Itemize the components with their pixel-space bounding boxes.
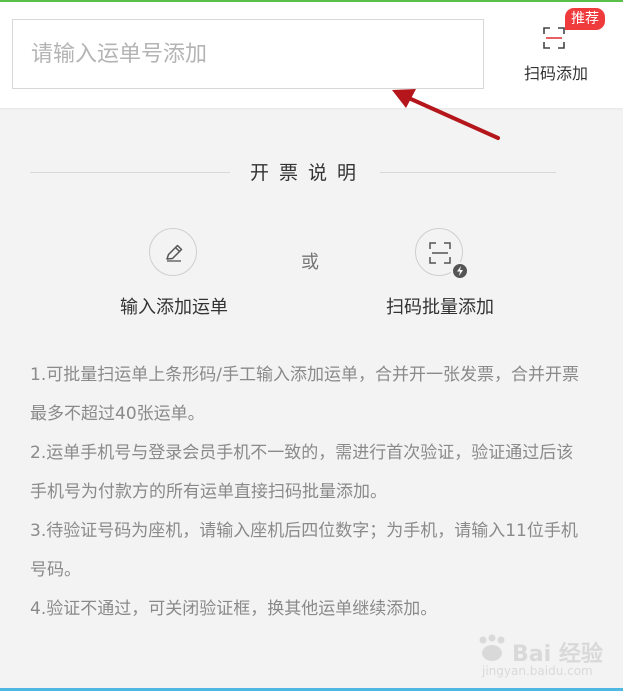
scan-batch-icon (429, 242, 451, 264)
waybill-number-input[interactable] (13, 20, 483, 88)
baidu-watermark: Bai 经验 jingyan.baidu.com (474, 634, 604, 684)
bolt-icon (451, 262, 469, 280)
section-title: 开票说明 (249, 162, 366, 184)
scan-add-label: 扫码添加 (523, 64, 588, 83)
divider-left (30, 172, 230, 173)
watermark-url: jingyan.baidu.com (482, 664, 593, 678)
pencil-icon-circle (149, 228, 197, 276)
method-manual-input[interactable]: 输入添加运单 (84, 226, 264, 326)
recommend-badge: 推荐 (565, 8, 605, 30)
pencil-icon (166, 244, 183, 262)
method-label-scan: 扫码批量添加 (386, 297, 494, 318)
method-scan-batch[interactable]: 扫码批量添加 (350, 226, 530, 326)
method-label-manual: 输入添加运单 (120, 297, 228, 318)
instruction-item: 4.验证不通过，可关闭验证框，换其他运单继续添加。 (30, 599, 438, 619)
search-box[interactable] (12, 19, 484, 89)
paw-logo-icon (479, 634, 505, 661)
instruction-item: 2.运单手机号与登录会员手机不一致的，需进行首次验证，验证通过后该手机号为付款方… (30, 443, 574, 502)
instruction-item: 1.可批量扫运单上条形码/手工输入添加运单，合并开一张发票，合并开票最多不超过4… (30, 365, 579, 424)
scan-batch-icon-circle (415, 228, 469, 280)
header: 扫码添加 (0, 2, 623, 108)
instruction-item: 3.待验证号码为座机，请输入座机后四位数字；为手机，请输入11位手机号码。 (30, 521, 578, 580)
instructions-list: 1.可批量扫运单上条形码/手工输入添加运单，合并开一张发票，合并开票最多不超过4… (30, 356, 590, 629)
scan-frame-icon (543, 27, 565, 49)
section-title-row: 开票说明 (30, 158, 556, 188)
divider-right (380, 172, 556, 173)
or-separator: 或 (301, 252, 319, 273)
